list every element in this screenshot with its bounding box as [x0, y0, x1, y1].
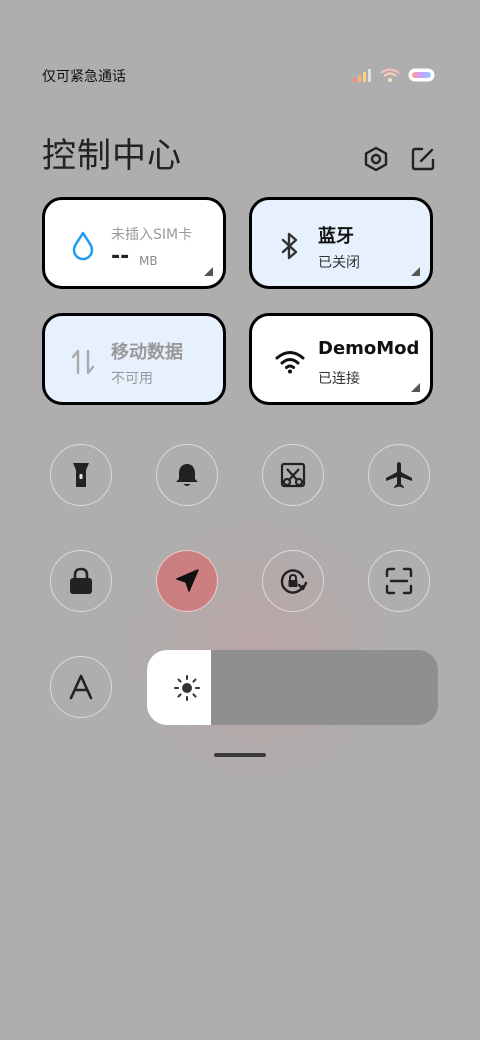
sun-icon	[174, 675, 200, 701]
mobile-data-icon	[71, 349, 95, 375]
battery-icon	[408, 68, 435, 82]
drag-handle[interactable]	[214, 753, 266, 757]
page-title: 控制中心	[42, 136, 182, 176]
signal-icon	[353, 69, 371, 82]
wifi-status: 已连接	[318, 371, 360, 387]
lock-icon	[70, 567, 92, 594]
carrier-status-text: 仅可紧急通话	[42, 69, 126, 85]
scan-icon	[385, 567, 413, 595]
edit-icon[interactable]	[410, 146, 436, 172]
screenshot-icon	[280, 462, 306, 488]
data-usage-tile[interactable]: 未插入SIM卡 -- MB	[42, 197, 226, 289]
expand-corner-icon	[411, 267, 420, 276]
mute-toggle[interactable]	[156, 444, 218, 506]
bluetooth-icon	[281, 232, 298, 260]
flashlight-toggle[interactable]	[50, 444, 112, 506]
expand-corner-icon	[411, 383, 420, 392]
rotation-lock-icon	[280, 569, 308, 594]
mobile-data-label: 移动数据	[111, 342, 183, 363]
font-size-toggle[interactable]	[50, 656, 112, 718]
bluetooth-label: 蓝牙	[318, 226, 354, 247]
lock-screen-toggle[interactable]	[50, 550, 112, 612]
bluetooth-status: 已关闭	[318, 255, 360, 271]
wifi-icon	[275, 351, 305, 374]
brightness-slider[interactable]	[147, 650, 438, 725]
mobile-data-status: 不可用	[111, 371, 153, 387]
rotation-lock-toggle[interactable]	[262, 550, 324, 612]
bluetooth-tile[interactable]: 蓝牙 已关闭	[249, 197, 433, 289]
data-usage-unit: MB	[139, 254, 158, 268]
screenshot-toggle[interactable]	[262, 444, 324, 506]
settings-icon[interactable]	[363, 146, 389, 172]
airplane-mode-toggle[interactable]	[368, 444, 430, 506]
wifi-network-name: DemoMode	[318, 338, 418, 359]
wifi-icon	[380, 68, 400, 82]
status-icons	[352, 68, 436, 82]
data-usage-value: --	[111, 244, 130, 269]
status-bar: 仅可紧急通话	[0, 62, 480, 90]
airplane-icon	[386, 462, 412, 488]
sim-status-label: 未插入SIM卡	[111, 227, 193, 243]
mobile-data-tile[interactable]: 移动数据 不可用	[42, 313, 226, 405]
scan-toggle[interactable]	[368, 550, 430, 612]
bell-icon	[176, 464, 198, 486]
water-drop-icon	[72, 231, 94, 261]
font-size-icon	[69, 674, 93, 700]
wifi-tile[interactable]: DemoMode 已连接	[249, 313, 433, 405]
location-toggle[interactable]	[156, 550, 218, 612]
location-icon	[176, 569, 199, 592]
expand-corner-icon	[204, 267, 213, 276]
flashlight-icon	[73, 463, 89, 487]
